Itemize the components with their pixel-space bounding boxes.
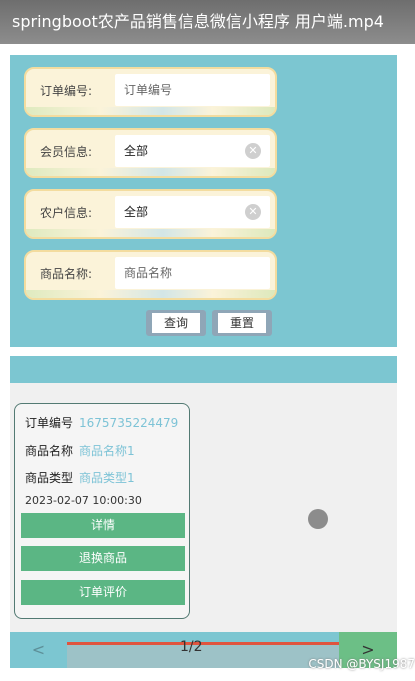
product-name-value: 商品名称1 [79,444,135,458]
order-review-button[interactable]: 订单评价 [21,580,185,605]
section-divider-strip [10,356,397,383]
page-indicator: 1/2 [180,639,203,655]
video-progress-track [67,645,339,668]
window-title-bar: springboot农产品销售信息微信小程序 用户端.mp4 [0,0,415,44]
field-decoration [26,107,275,115]
order-number-field: 订单编号: 订单编号 [24,67,277,117]
query-button[interactable]: 查询 [146,310,207,336]
order-number-input[interactable]: 订单编号 [115,74,270,106]
field-decoration [26,229,275,237]
member-info-value: 全部 [124,144,149,158]
order-list: 订单编号 1675735224479 商品名称 商品名称1 商品类型 商品类型1 20… [10,383,397,632]
field-decoration [26,290,275,298]
cursor-indicator [308,509,328,529]
clear-circle-icon[interactable]: ✕ [245,204,261,220]
order-number-row: 订单编号 1675735224479 [25,414,178,431]
order-date: 2023-02-07 10:00:30 [25,494,142,507]
reset-button[interactable]: 重置 [212,310,273,336]
watermark-text: CSDN @BYSJ1987 [308,657,415,671]
product-name-input[interactable]: 商品名称 [115,257,270,289]
order-number-label: 订单编号: [40,84,93,98]
product-type-row: 商品类型 商品类型1 [25,469,135,486]
order-card[interactable]: 订单编号 1675735224479 商品名称 商品名称1 商品类型 商品类型1 20… [14,403,190,619]
product-name-row: 商品名称 商品名称1 [25,442,135,459]
product-name-label: 商品名称: [40,267,93,281]
farmer-info-select[interactable]: 全部 ✕ [115,196,270,228]
member-info-select[interactable]: 全部 ✕ [115,135,270,167]
member-info-label: 会员信息: [40,145,93,159]
farmer-info-label: 农户信息: [40,206,93,220]
farmer-info-value: 全部 [124,205,149,219]
return-item-button[interactable]: 退换商品 [21,546,185,571]
clear-circle-icon[interactable]: ✕ [245,143,261,159]
order-number-key: 订单编号 [25,416,74,430]
product-name-field: 商品名称: 商品名称 [24,250,277,300]
search-panel: 订单编号: 订单编号 会员信息: 全部 ✕ 农户信息: 全部 ✕ 商品名称: 商… [10,55,397,347]
member-info-field: 会员信息: 全部 ✕ [24,128,277,178]
field-decoration [26,168,275,176]
prev-page-button[interactable]: < [10,632,67,668]
product-name-key: 商品名称 [25,444,74,458]
product-type-key: 商品类型 [25,471,74,485]
detail-button[interactable]: 详情 [21,513,185,538]
order-number-value: 1675735224479 [79,416,179,430]
product-type-value: 商品类型1 [79,471,135,485]
farmer-info-field: 农户信息: 全部 ✕ [24,189,277,239]
window-title: springboot农产品销售信息微信小程序 用户端.mp4 [12,12,384,31]
